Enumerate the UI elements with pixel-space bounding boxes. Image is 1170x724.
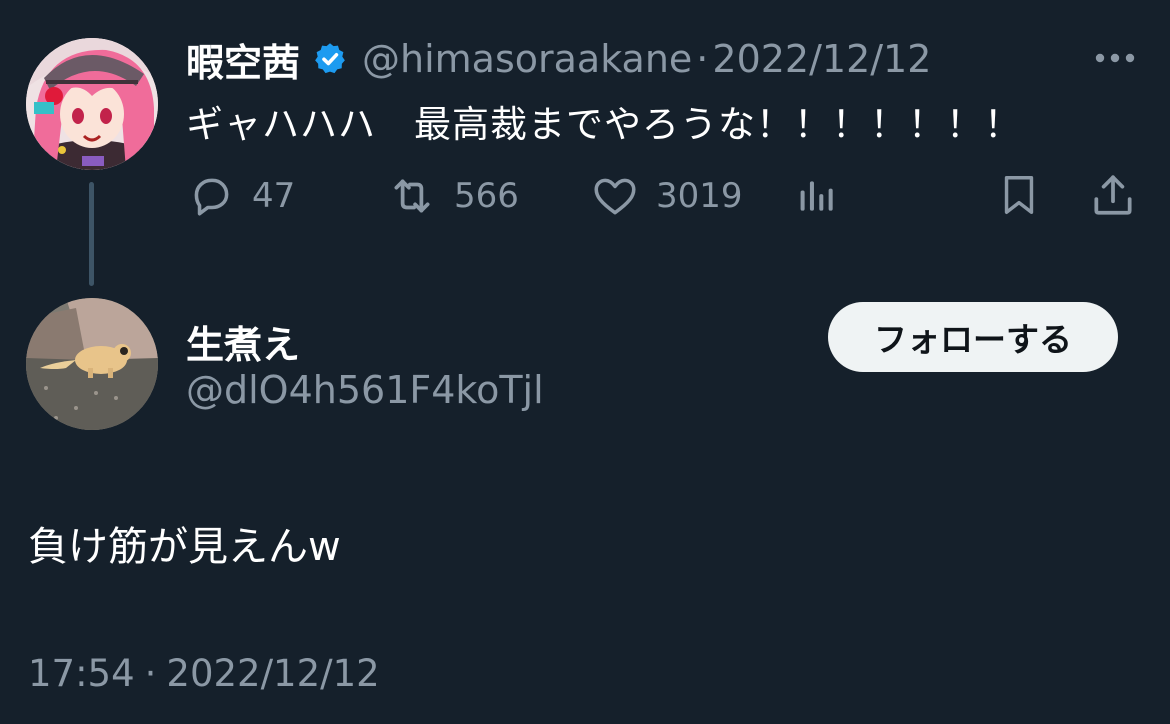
reply-text: 負け筋が見えんw <box>28 524 341 570</box>
reply-separator: · <box>144 652 157 695</box>
reply-time: 17:54 <box>28 652 135 695</box>
retweet-count: 566 <box>454 176 519 216</box>
verified-badge-icon <box>312 41 348 77</box>
reply-handle[interactable]: @dlO4h561F4koTjl <box>186 368 544 412</box>
reply-icon <box>186 171 236 221</box>
reply-action[interactable]: 47 <box>186 170 295 222</box>
views-icon[interactable] <box>796 174 840 218</box>
retweet-icon <box>386 171 438 221</box>
reply-display-name[interactable]: 生煮え <box>186 314 300 369</box>
follow-button[interactable]: フォローする <box>828 302 1118 372</box>
avatar-dlO4h561F4koTjl[interactable] <box>26 298 158 430</box>
like-action[interactable]: 3019 <box>590 170 743 222</box>
reply-count: 47 <box>252 176 296 216</box>
avatar-himasoraakane[interactable] <box>26 38 158 170</box>
reply-timestamp[interactable]: 17:54 · 2022/12/12 <box>28 652 380 695</box>
share-icon[interactable] <box>1088 170 1138 220</box>
more-icon[interactable] <box>1092 44 1138 72</box>
thread-line <box>89 182 94 286</box>
bookmark-icon[interactable] <box>996 170 1042 220</box>
tweet-separator: · <box>696 37 709 81</box>
tweet-handle[interactable]: @himasoraakane <box>362 37 692 81</box>
retweet-action[interactable]: 566 <box>386 170 519 222</box>
reply-date: 2022/12/12 <box>166 652 380 695</box>
tweet-text: ギャハハハ 最高裁までやろうな！！！！！！！ <box>186 103 1022 146</box>
like-icon <box>590 171 640 221</box>
tweet-display-name[interactable]: 暇空茜 <box>186 32 300 87</box>
like-count: 3019 <box>656 176 743 216</box>
tweet-date[interactable]: 2022/12/12 <box>712 37 931 81</box>
tweet-header: 暇空茜 @himasoraakane · 2022/12/12 <box>186 32 931 86</box>
